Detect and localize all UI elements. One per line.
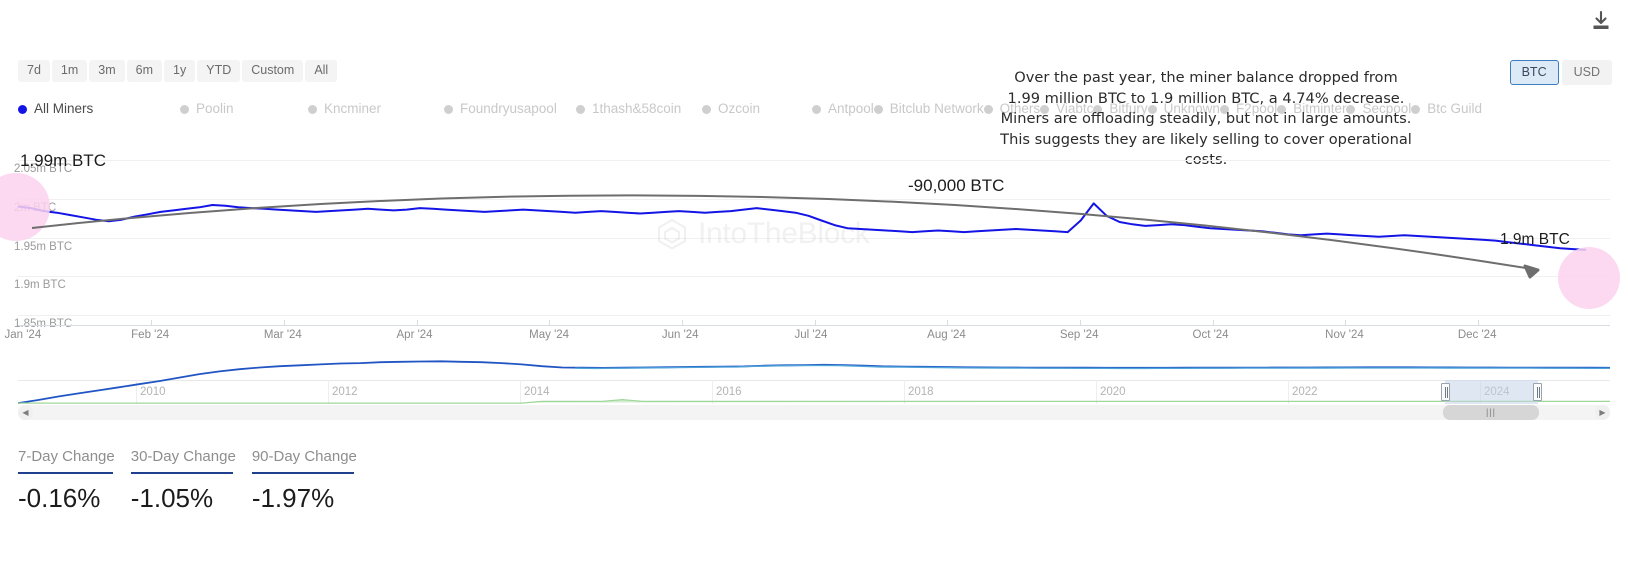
x-axis-label: Apr '24: [397, 329, 433, 341]
navigator-scrollbar[interactable]: ◀ ||| ▶: [18, 405, 1610, 420]
currency-option-usd[interactable]: USD: [1562, 60, 1612, 85]
range-selector[interactable]: 7d 1m 3m 6m 1y YTD Custom All: [18, 60, 337, 82]
scrollbar-track[interactable]: [33, 408, 1595, 417]
start-value-label: 1.99m BTC: [20, 151, 106, 171]
x-axis-label: Jun '24: [662, 329, 699, 341]
navigator-handle-left[interactable]: [1441, 383, 1450, 401]
change-stats: 7-Day Change -0.16% 30-Day Change -1.05% 90-…: [18, 448, 373, 512]
legend-dot-icon: [308, 105, 317, 114]
legend-item-btc-guild[interactable]: Btc Guild: [1411, 101, 1482, 118]
stat-label: 90-Day Change: [252, 448, 357, 472]
main-chart: 2.05m BTC2m BTC1.95m BTC1.9m BTC1.85m BT…: [0, 160, 1628, 350]
scroll-left-arrow[interactable]: ◀: [18, 405, 33, 420]
stat-underline: [131, 472, 233, 474]
currency-option-btc[interactable]: BTC: [1510, 60, 1559, 85]
stat-card-90-day: 90-Day Change -1.97%: [252, 448, 373, 512]
scroll-right-arrow[interactable]: ▶: [1595, 405, 1610, 420]
chart-plot-area[interactable]: 2.05m BTC2m BTC1.95m BTC1.9m BTC1.85m BT…: [18, 160, 1628, 325]
legend-item-antpool[interactable]: Antpool: [812, 101, 874, 118]
x-axis-label: Jan '24: [5, 329, 42, 341]
legend-dot-icon: [18, 105, 27, 114]
stat-underline: [252, 472, 354, 474]
x-axis-label: Jul '24: [795, 329, 828, 341]
x-axis-label: Feb '24: [131, 329, 169, 341]
legend-dot-icon: [812, 105, 821, 114]
end-value-label: 1.9m BTC: [1500, 231, 1570, 249]
x-axis-label: Dec '24: [1458, 329, 1497, 341]
legend-dot-icon: [576, 105, 585, 114]
navigator-handle-right[interactable]: [1533, 383, 1542, 401]
stat-card-7-day: 7-Day Change -0.16%: [18, 448, 131, 512]
legend-item-label: 1thash&58coin: [592, 101, 681, 117]
legend-dot-icon: [1411, 105, 1420, 114]
legend-item-kncminer[interactable]: Kncminer: [308, 101, 444, 118]
range-button-custom[interactable]: Custom: [242, 60, 303, 82]
legend-item-label: Kncminer: [324, 101, 381, 117]
x-axis-label: Sep '24: [1060, 329, 1099, 341]
range-button-7d[interactable]: 7d: [18, 60, 50, 82]
legend-item-foundryusapool[interactable]: Foundryusapool: [444, 101, 576, 118]
x-axis-label: Aug '24: [927, 329, 966, 341]
range-button-1y[interactable]: 1y: [164, 60, 195, 82]
x-axis-label: Oct '24: [1193, 329, 1229, 341]
legend-item-ozcoin[interactable]: Ozcoin: [702, 101, 812, 118]
miner-balance-chart-page: BTC USD 7d 1m 3m 6m 1y YTD Custom All Al…: [0, 0, 1628, 562]
stat-label: 7-Day Change: [18, 448, 115, 472]
range-button-1m[interactable]: 1m: [52, 60, 87, 82]
legend-item-bitclub-network[interactable]: Bitclub Network: [874, 101, 984, 118]
legend-dot-icon: [984, 105, 993, 114]
stat-card-30-day: 30-Day Change -1.05%: [131, 448, 252, 512]
stat-label: 30-Day Change: [131, 448, 236, 472]
legend-item-label: Poolin: [196, 101, 234, 117]
legend-item-label: Antpool: [828, 101, 874, 117]
range-button-6m[interactable]: 6m: [127, 60, 162, 82]
stat-value: -1.05%: [131, 484, 236, 512]
stat-value: -1.97%: [252, 484, 357, 512]
legend-dot-icon: [874, 105, 883, 114]
download-icon[interactable]: [1590, 10, 1612, 32]
legend-item-label: All Miners: [34, 101, 93, 117]
scrollbar-thumb[interactable]: |||: [1443, 405, 1539, 420]
legend-dot-icon: [180, 105, 189, 114]
annotation-arrow: [18, 150, 1610, 330]
legend-item-label: Ozcoin: [718, 101, 760, 117]
stat-underline: [18, 472, 113, 474]
legend-item-poolin[interactable]: Poolin: [180, 101, 308, 118]
range-button-all[interactable]: All: [305, 60, 337, 82]
x-axis-label: May '24: [529, 329, 569, 341]
legend-item-label: Btc Guild: [1427, 101, 1482, 117]
legend-dot-icon: [702, 105, 711, 114]
range-navigator[interactable]: 20102012201420162018202020222024: [18, 356, 1610, 404]
legend-item-label: Foundryusapool: [460, 101, 557, 117]
x-axis-label: Mar '24: [264, 329, 302, 341]
stat-value: -0.16%: [18, 484, 115, 512]
currency-toggle[interactable]: BTC USD: [1510, 60, 1612, 85]
delta-value-label: -90,000 BTC: [908, 176, 1004, 196]
legend-item-1thash-58coin[interactable]: 1thash&58coin: [576, 101, 702, 118]
range-button-ytd[interactable]: YTD: [197, 60, 240, 82]
legend-dot-icon: [444, 105, 453, 114]
legend-item-label: Bitclub Network: [890, 101, 984, 117]
navigator-series: [18, 356, 1610, 404]
range-button-3m[interactable]: 3m: [89, 60, 124, 82]
legend-item-all-miners[interactable]: All Miners: [18, 101, 180, 118]
navigator-selection[interactable]: [1445, 380, 1538, 404]
x-axis-label: Nov '24: [1325, 329, 1364, 341]
